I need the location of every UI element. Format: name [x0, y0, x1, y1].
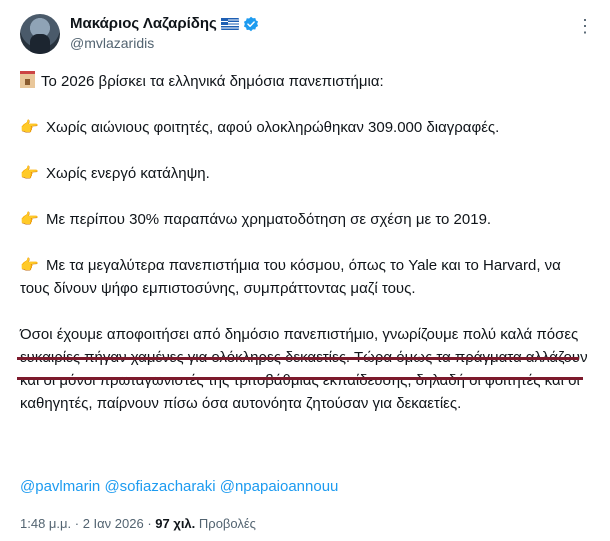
- views-label: Προβολές: [198, 516, 256, 531]
- pointing-hand-icon: 👉: [20, 165, 39, 182]
- underline-annotation: [17, 377, 583, 380]
- meta-separator: ·: [71, 516, 83, 531]
- mention-link[interactable]: @npapaioannouu: [220, 478, 339, 495]
- tweet-intro: Το 2026 βρίσκει τα ελληνικά δημόσια πανε…: [20, 70, 590, 93]
- meta-separator: ·: [143, 516, 156, 531]
- greece-flag-icon: [220, 17, 239, 30]
- verified-badge-icon: [243, 16, 258, 31]
- tweet-bullet: 👉 Χωρίς αιώνιους φοιτητές, αφού ολοκληρώθ…: [20, 116, 590, 139]
- pointing-hand-icon: 👉: [20, 257, 39, 274]
- underline-annotation: [17, 357, 579, 360]
- tweet-text: Το 2026 βρίσκει τα ελληνικά δημόσια πανε…: [20, 70, 590, 438]
- tweet-header: Μακάριος Λαζαρίδης @mvlazaridis ⋮: [20, 14, 595, 54]
- pointing-hand-icon: 👉: [20, 211, 39, 228]
- mention-link[interactable]: @sofiazacharaki: [104, 478, 215, 495]
- tweet-bullet: 👉 Χωρίς ενεργό κατάληψη.: [20, 162, 590, 185]
- avatar[interactable]: [20, 14, 60, 54]
- author-handle[interactable]: @mvlazaridis: [70, 35, 154, 51]
- school-building-icon: [20, 71, 35, 88]
- pointing-hand-icon: 👉: [20, 119, 39, 136]
- mention-link[interactable]: @pavlmarin: [20, 478, 100, 495]
- tweet-meta: 1:48 μ.μ. · 2 Ιαν 2026 · 97 χιλ. Προβολέ…: [20, 516, 256, 531]
- tweet-date[interactable]: 2 Ιαν 2026: [83, 516, 144, 531]
- author-display-name[interactable]: Μακάριος Λαζαρίδης: [70, 15, 217, 32]
- author-name-row: Μακάριος Λαζαρίδης: [70, 15, 259, 32]
- tweet-time[interactable]: 1:48 μ.μ.: [20, 516, 71, 531]
- tweet-bullet: 👉 Με περίπου 30% παραπάνω χρηματοδότηση σ…: [20, 208, 590, 231]
- views-count: 97 χιλ.: [155, 516, 196, 531]
- tweet-bullet: 👉 Με τα μεγαλύτερα πανεπιστήμια του κόσμο…: [20, 254, 590, 300]
- more-options-icon[interactable]: ⋮: [576, 16, 595, 37]
- mentions: @pavlmarin @sofiazacharaki @npapaioannou…: [20, 478, 338, 495]
- tweet-closing: Όσοι έχουμε αποφοιτήσει από δημόσιο πανε…: [20, 326, 588, 412]
